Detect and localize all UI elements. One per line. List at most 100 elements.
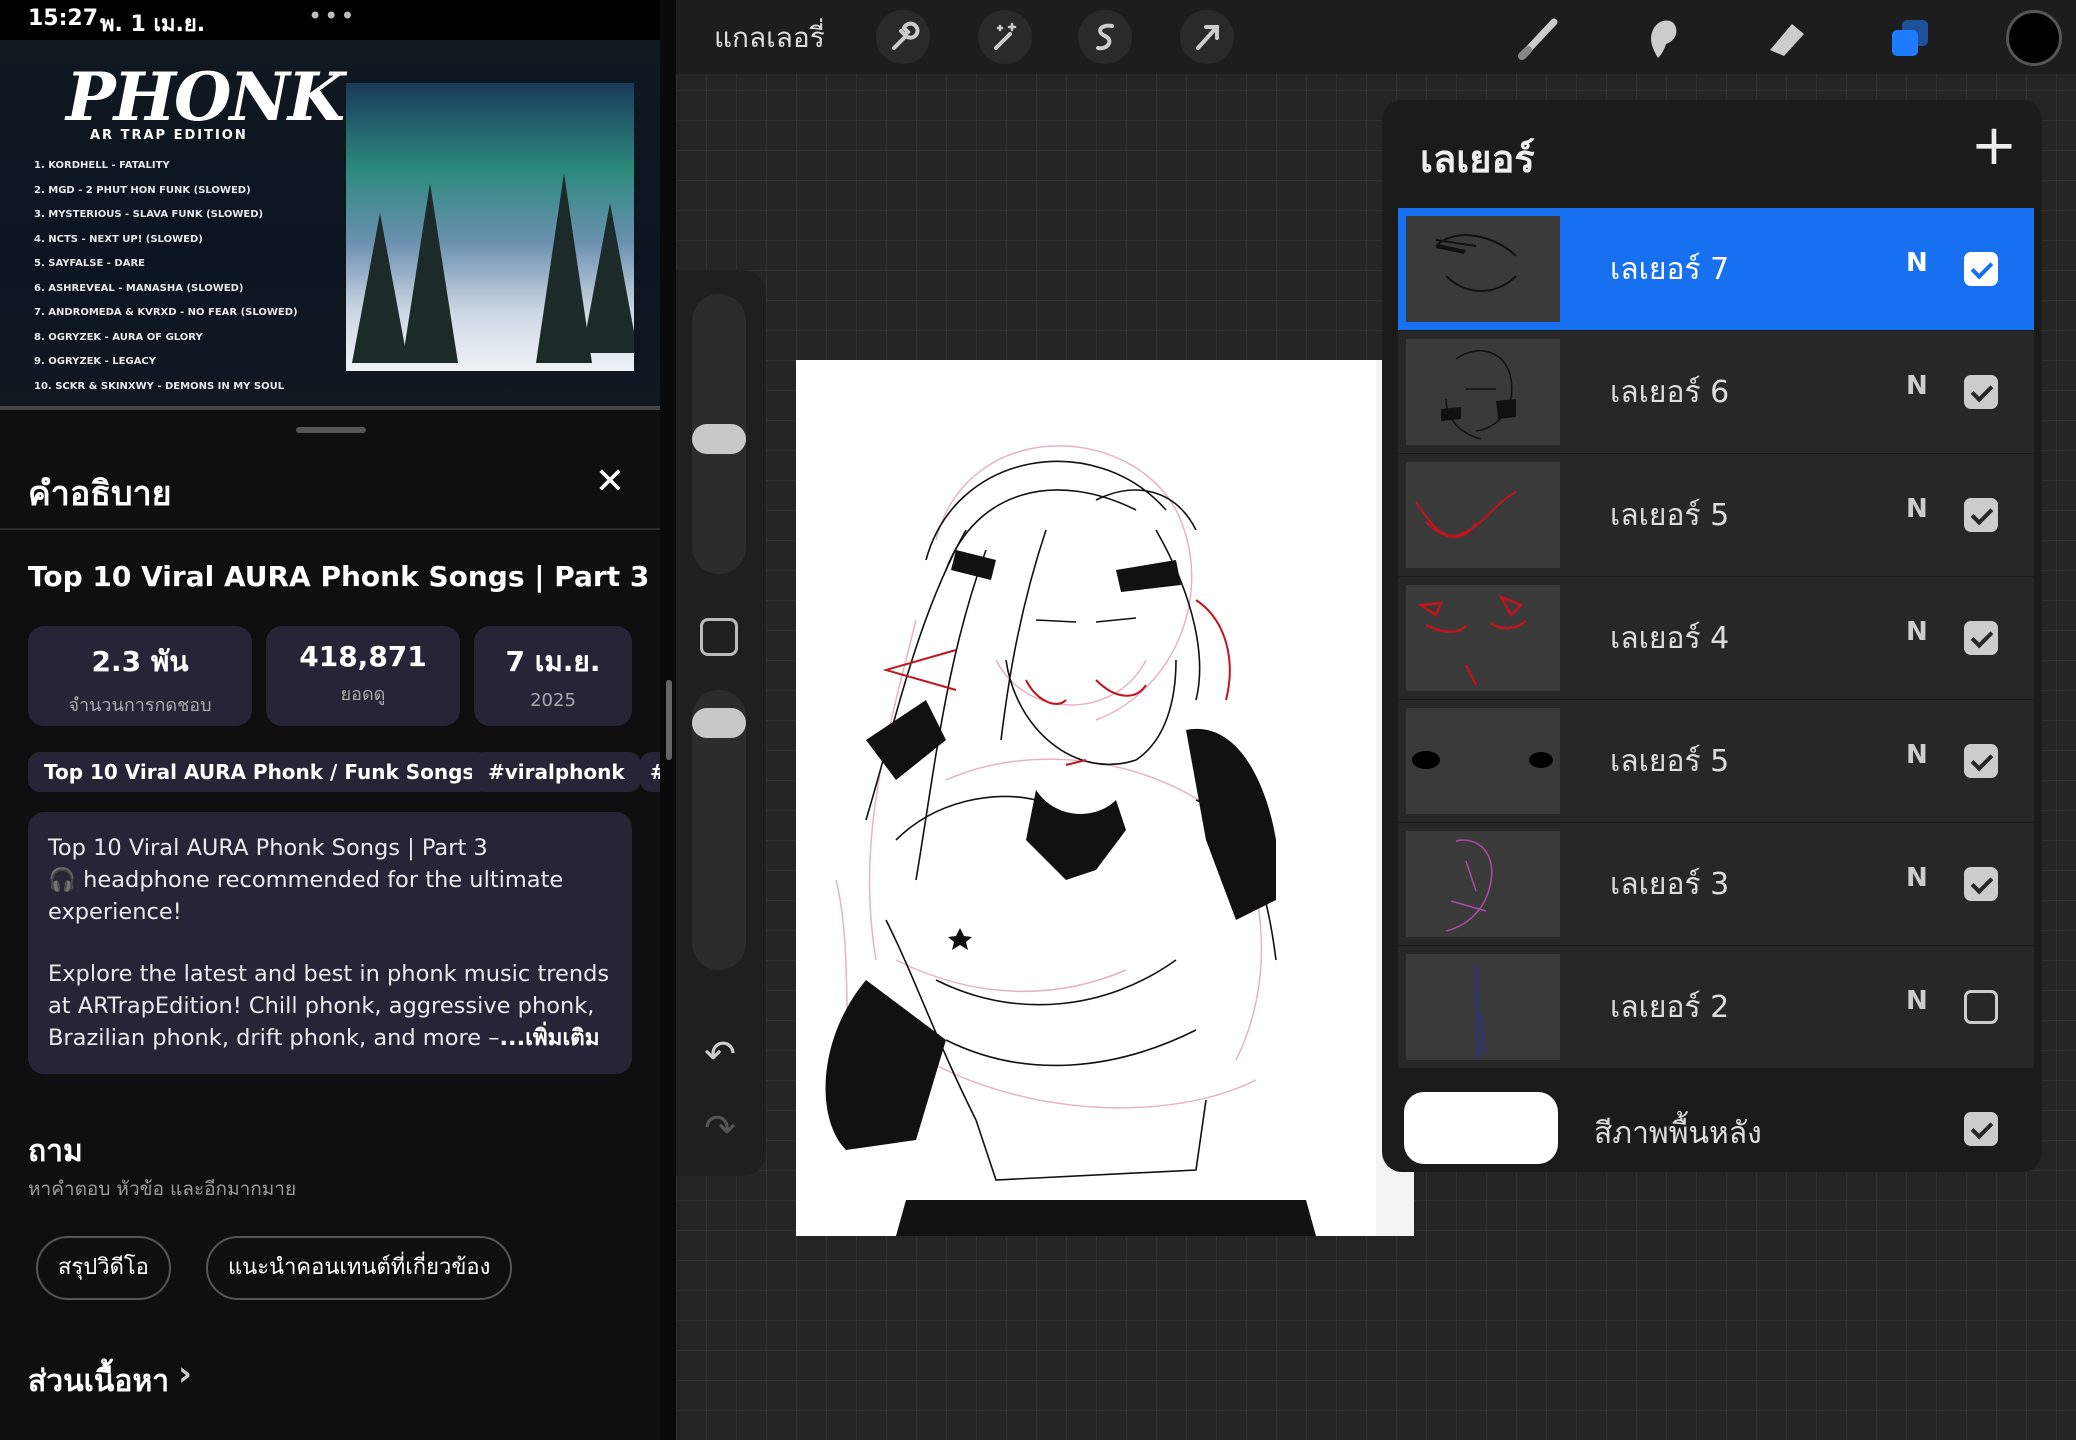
chevron-right-icon[interactable]: ›: [178, 1354, 192, 1394]
video-logo: PHONK: [66, 58, 345, 136]
brush-icon[interactable]: [1510, 8, 1570, 68]
layer-thumbnail[interactable]: [1406, 462, 1560, 568]
blend-mode-button[interactable]: N: [1906, 371, 1928, 401]
ask-title: ถาม: [28, 1134, 83, 1169]
drawing-canvas[interactable]: [796, 360, 1414, 1236]
track-item: 8. OGRYZEK - AURA OF GLORY: [34, 331, 203, 343]
blend-mode-button[interactable]: N: [1906, 740, 1928, 770]
layer-row[interactable]: เลเยอร์ 5 N: [1398, 454, 2034, 576]
layer-thumbnail[interactable]: [1406, 831, 1560, 937]
views-value: 418,871: [299, 640, 427, 673]
youtube-pane: 15:27 พ. 1 เม.ย. ••• PHONK AR TRAP EDITI…: [0, 0, 660, 1440]
track-item: 1. KORDHELL - FATALITY: [34, 160, 170, 171]
background-color-thumbnail[interactable]: [1404, 1092, 1558, 1164]
video-progress-bar[interactable]: [0, 406, 660, 410]
description-header: คำอธิบาย: [28, 474, 172, 514]
likes-value: 2.3 พัน: [91, 645, 189, 678]
description-body[interactable]: Top 10 Viral AURA Phonk Songs | Part 3 🎧…: [28, 812, 632, 1074]
layer-name: เลเยอร์ 2: [1610, 990, 1730, 1025]
add-layer-icon[interactable]: +: [1966, 118, 2022, 176]
blend-mode-button[interactable]: N: [1906, 617, 1928, 647]
track-item: 4. NCTS - NEXT UP! (SLOWED): [34, 233, 203, 245]
tag-chip[interactable]: Top 10 Viral AURA Phonk / Funk Songs: [28, 752, 491, 792]
layer-visibility-checkbox[interactable]: [1964, 621, 1998, 655]
layer-visibility-checkbox[interactable]: [1964, 744, 1998, 778]
modify-button[interactable]: [700, 618, 738, 656]
layer-row[interactable]: เลเยอร์ 4 N: [1398, 577, 2034, 699]
layer-name: เลเยอร์ 6: [1610, 375, 1730, 410]
stat-likes: 2.3 พัน จำนวนการกดชอบ: [28, 626, 252, 726]
top-toolbar: แกลเลอรี่: [676, 0, 2076, 74]
layer-thumbnail[interactable]: [1406, 585, 1560, 691]
track-item: 10. SCKR & SKINXWY - DEMONS IN MY SOUL: [34, 380, 285, 392]
blend-mode-button[interactable]: N: [1906, 986, 1928, 1016]
background-layer-label: สีภาพพื้นหลัง: [1594, 1116, 1762, 1151]
layer-name: เลเยอร์ 4: [1610, 621, 1730, 656]
blend-mode-button[interactable]: N: [1906, 494, 1928, 524]
track-item: 9. OGRYZEK - LEGACY: [34, 356, 157, 367]
status-time: 15:27: [28, 6, 99, 31]
sections-link[interactable]: ส่วนเนื้อหา: [28, 1358, 169, 1405]
smudge-icon[interactable]: [1632, 8, 1692, 68]
ask-subtitle: หาคำตอบ หัวข้อ และอีกมากมาย: [28, 1178, 297, 1200]
divider: [0, 528, 660, 530]
tag-chip[interactable]: #viralphonk: [472, 752, 641, 792]
sketch-drawing: [825, 360, 1414, 1236]
description-line: 🎧 headphone recommended for the ultimate…: [48, 867, 564, 925]
transform-arrow-icon[interactable]: [1180, 10, 1234, 64]
show-more-link[interactable]: ...เพิ่มเติม: [500, 1025, 600, 1051]
date-value: 7 เม.ย.: [505, 645, 601, 678]
summarize-video-button[interactable]: สรุปวิดีโอ: [36, 1236, 171, 1300]
stat-views: 418,871 ยอดดู: [266, 626, 460, 726]
multitask-dots[interactable]: •••: [308, 2, 356, 30]
slider-thumb[interactable]: [692, 708, 746, 738]
brush-size-slider[interactable]: [692, 294, 746, 574]
background-visibility-checkbox[interactable]: [1964, 1112, 1998, 1146]
layers-list: เลเยอร์ 7 N เลเยอร์ 6 N เลเยอร์ 5 N เลเยอร์ 4 N…: [1398, 208, 2034, 1069]
layer-row[interactable]: เลเยอร์ 3 N: [1398, 823, 2034, 945]
left-sidebar: ↶ ↷: [676, 270, 766, 1176]
layer-thumbnail[interactable]: [1406, 339, 1560, 445]
layer-row[interactable]: เลเยอร์ 5 N: [1398, 700, 2034, 822]
layer-thumbnail[interactable]: [1406, 216, 1560, 322]
views-label: ยอดดู: [340, 684, 386, 705]
layer-thumbnail[interactable]: [1406, 954, 1560, 1060]
track-item: 3. MYSTERIOUS - SLAVA FUNK (SLOWED): [34, 209, 264, 220]
split-view-handle[interactable]: [666, 680, 672, 760]
background-layer[interactable]: สีภาพพื้นหลัง: [1398, 1092, 2034, 1172]
tag-chip[interactable]: #: [640, 752, 660, 792]
eraser-icon[interactable]: [1756, 8, 1816, 68]
track-item: 7. ANDROMEDA & KVRXD - NO FEAR (SLOWED): [34, 307, 298, 318]
status-bar: 15:27 พ. 1 เม.ย. •••: [0, 0, 660, 40]
color-swatch[interactable]: [2006, 10, 2062, 66]
layer-visibility-checkbox[interactable]: [1964, 252, 1998, 286]
redo-icon[interactable]: ↷: [698, 1106, 742, 1150]
layer-visibility-checkbox[interactable]: [1964, 990, 1998, 1024]
wrench-icon[interactable]: [876, 10, 930, 64]
selection-icon[interactable]: [1078, 10, 1132, 64]
layers-icon[interactable]: [1880, 8, 1940, 68]
blend-mode-button[interactable]: N: [1906, 248, 1928, 278]
layer-row[interactable]: เลเยอร์ 7 N: [1398, 208, 2034, 330]
magic-wand-icon[interactable]: [978, 10, 1032, 64]
layer-name: เลเยอร์ 3: [1610, 867, 1730, 902]
opacity-slider[interactable]: [692, 690, 746, 970]
close-icon[interactable]: ✕: [590, 462, 630, 502]
gallery-button[interactable]: แกลเลอรี่: [714, 16, 825, 60]
video-player[interactable]: PHONK AR TRAP EDITION 1. KORDHELL - FATA…: [0, 40, 660, 410]
sheet-drag-handle[interactable]: [296, 427, 366, 433]
related-content-button[interactable]: แนะนำคอนเทนต์ที่เกี่ยวข้อง: [206, 1236, 513, 1300]
video-logo-subtitle: AR TRAP EDITION: [90, 128, 248, 143]
layer-visibility-checkbox[interactable]: [1964, 867, 1998, 901]
layer-visibility-checkbox[interactable]: [1964, 498, 1998, 532]
procreate-pane: แกลเลอรี่ ↶ ↷ เลเยอร์ + เลเยอร์ 7 N เลเย…: [676, 0, 2076, 1440]
track-item: 2. MGD - 2 PHUT HON FUNK (SLOWED): [34, 184, 251, 196]
layer-visibility-checkbox[interactable]: [1964, 375, 1998, 409]
undo-icon[interactable]: ↶: [698, 1032, 742, 1076]
video-tracklist: 1. KORDHELL - FATALITY 2. MGD - 2 PHUT H…: [34, 154, 298, 399]
layer-row[interactable]: เลเยอร์ 2 N: [1398, 946, 2034, 1068]
layer-thumbnail[interactable]: [1406, 708, 1560, 814]
blend-mode-button[interactable]: N: [1906, 863, 1928, 893]
layer-row[interactable]: เลเยอร์ 6 N: [1398, 331, 2034, 453]
slider-thumb[interactable]: [692, 424, 746, 454]
